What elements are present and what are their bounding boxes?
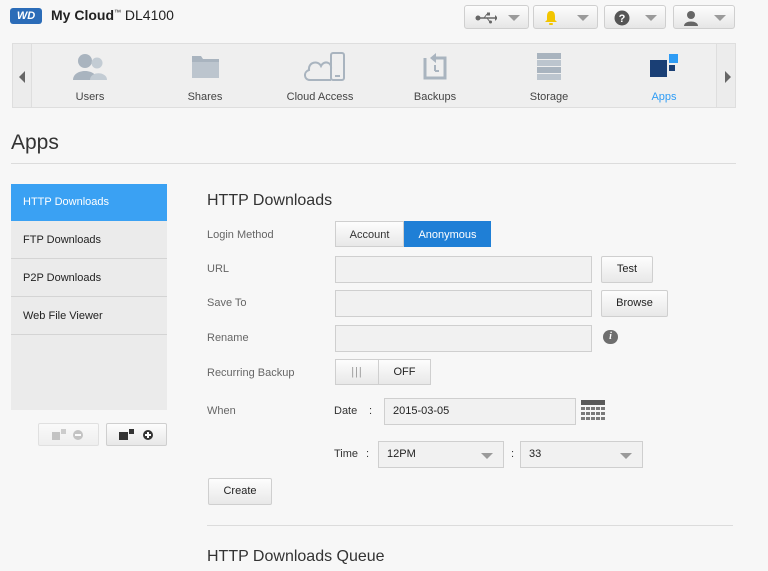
url-input[interactable] <box>335 256 592 283</box>
usb-menu-button[interactable] <box>464 5 529 29</box>
backup-icon <box>423 53 447 80</box>
remove-app-button[interactable] <box>38 423 99 446</box>
alerts-menu-button[interactable] <box>533 5 598 29</box>
minute-separator: : <box>511 448 515 460</box>
chevron-down-icon <box>577 15 589 21</box>
rename-input[interactable] <box>335 325 592 352</box>
rename-label: Rename <box>207 332 249 344</box>
chevron-down-icon <box>620 453 632 459</box>
chevron-left-icon <box>19 71 25 83</box>
login-method-label: Login Method <box>207 229 274 241</box>
nav-next-button[interactable] <box>716 43 736 108</box>
divider <box>207 525 733 526</box>
toggle-state: OFF <box>393 366 416 378</box>
login-account-option[interactable]: Account <box>335 221 404 247</box>
nav-label: Storage <box>529 91 569 103</box>
chevron-down-icon <box>481 453 493 459</box>
nav-label: Backups <box>413 91 457 103</box>
browse-button[interactable]: Browse <box>601 290 668 317</box>
login-anonymous-option[interactable]: Anonymous <box>404 221 491 247</box>
nav-item-users[interactable]: Users <box>50 43 130 108</box>
save-to-label: Save To <box>207 297 247 309</box>
nav-prev-button[interactable] <box>12 43 32 108</box>
help-icon: ? <box>614 10 630 26</box>
nav-item-shares[interactable]: Shares <box>165 43 245 108</box>
nav-label: Users <box>75 91 105 103</box>
add-app-icon <box>119 429 153 440</box>
storage-icon <box>537 53 561 80</box>
hour-value: 12PM <box>387 448 416 460</box>
info-icon[interactable]: i <box>603 330 618 344</box>
nav-item-cloud-access[interactable]: Cloud Access <box>278 43 362 108</box>
nav-label: Cloud Access <box>286 91 354 103</box>
minute-select[interactable]: 33 <box>520 441 643 468</box>
when-label: When <box>207 405 236 417</box>
date-separator: : <box>369 405 373 417</box>
bell-icon <box>545 11 557 25</box>
test-button[interactable]: Test <box>601 256 653 283</box>
calendar-icon[interactable] <box>581 400 605 423</box>
divider <box>11 163 736 164</box>
recurring-backup-toggle[interactable]: ||| OFF <box>335 359 431 385</box>
save-to-input[interactable] <box>335 290 592 317</box>
recurring-backup-label: Recurring Backup <box>207 367 295 379</box>
chevron-down-icon <box>714 15 726 21</box>
create-button[interactable]: Create <box>208 478 272 505</box>
apps-sidebar: HTTP Downloads FTP Downloads P2P Downloa… <box>11 184 167 410</box>
chevron-right-icon <box>725 71 731 83</box>
hour-select[interactable]: 12PM <box>378 441 504 468</box>
sidebar-item-p2p-downloads[interactable]: P2P Downloads <box>11 260 167 297</box>
time-separator: : <box>366 448 370 460</box>
svg-text:?: ? <box>619 13 626 25</box>
product-name: My Cloud™ DL4100 <box>51 7 174 23</box>
remove-app-icon <box>52 429 83 440</box>
section-title: HTTP Downloads <box>207 192 333 209</box>
nav-item-apps[interactable]: Apps <box>624 43 704 108</box>
cloud-device-icon <box>304 52 345 81</box>
nav-item-storage[interactable]: Storage <box>509 43 589 108</box>
sidebar-item-http-downloads[interactable]: HTTP Downloads <box>11 184 167 221</box>
user-menu-button[interactable] <box>673 5 735 29</box>
minute-value: 33 <box>529 448 542 460</box>
toggle-grip-icon: ||| <box>336 360 379 384</box>
page-title: Apps <box>11 131 59 154</box>
chevron-down-icon <box>508 15 520 21</box>
users-icon <box>73 54 107 80</box>
date-input[interactable]: 2015-03-05 <box>384 398 576 425</box>
help-menu-button[interactable]: ? <box>604 5 666 29</box>
sidebar-item-web-file-viewer[interactable]: Web File Viewer <box>11 298 167 335</box>
folder-icon <box>192 56 219 78</box>
time-label: Time <box>334 448 359 460</box>
wd-logo: WD <box>10 8 42 24</box>
date-label: Date <box>334 405 358 417</box>
apps-icon <box>650 54 678 77</box>
url-label: URL <box>207 263 230 275</box>
nav-item-backups[interactable]: Backups <box>395 43 475 108</box>
nav-label: Apps <box>651 91 677 103</box>
usb-icon <box>475 12 497 24</box>
queue-title: HTTP Downloads Queue <box>207 548 385 565</box>
sidebar-item-ftp-downloads[interactable]: FTP Downloads <box>11 222 167 259</box>
user-icon <box>684 11 698 26</box>
chevron-down-icon <box>645 15 657 21</box>
add-app-button[interactable] <box>106 423 167 446</box>
nav-label: Shares <box>187 91 223 103</box>
